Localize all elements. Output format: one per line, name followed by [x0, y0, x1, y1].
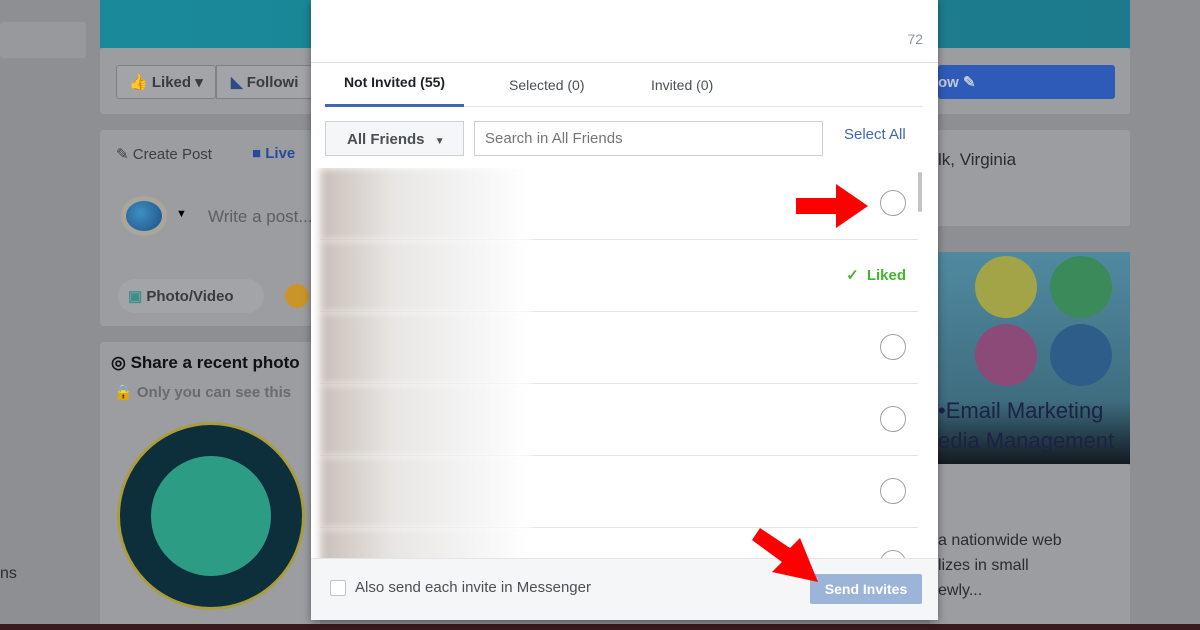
description-text: a nationwide web lizes in small ewly...: [938, 532, 1062, 599]
divider: [311, 62, 938, 63]
taskbar: [0, 624, 1200, 630]
select-all-link[interactable]: Select All: [844, 126, 906, 143]
dialog-footer: Also send each invite in Messenger Send …: [311, 558, 938, 620]
search-friends-input[interactable]: [474, 121, 823, 156]
blurred-friend: [320, 528, 530, 558]
pencil-icon: ✎: [963, 74, 976, 91]
create-post-tab[interactable]: ✎ Create Post: [116, 145, 212, 163]
red-arrow-icon: [752, 528, 818, 582]
emoji-icon[interactable]: [285, 284, 309, 308]
instagram-icon: ◎: [111, 353, 126, 372]
red-arrow-icon: [796, 184, 868, 228]
ad-image: •Email Marketing edia Management: [930, 252, 1130, 464]
live-tab[interactable]: ■ Live: [252, 145, 295, 162]
video-icon: ■: [252, 145, 262, 162]
left-search-bar: [0, 22, 86, 58]
lock-icon: 🔒: [114, 384, 133, 401]
select-radio[interactable]: [880, 406, 906, 432]
tab-not-invited[interactable]: Not Invited (55): [325, 74, 464, 107]
rss-icon: ◣: [231, 74, 243, 91]
list-scrollbar[interactable]: [918, 172, 922, 212]
location-text: lk, Virginia: [938, 150, 1017, 169]
left-fragment-text: ns: [0, 565, 17, 582]
photo-icon: ▣: [128, 288, 143, 305]
select-radio[interactable]: [880, 478, 906, 504]
caret-down-icon: ▼: [434, 136, 445, 147]
blurred-friend: [320, 240, 530, 312]
messenger-checkbox[interactable]: [330, 580, 346, 596]
write-post-input[interactable]: Write a post...: [208, 207, 318, 227]
blurred-friend: [320, 168, 530, 240]
friends-filter-dropdown[interactable]: All Friends ▼: [325, 121, 464, 156]
friend-row[interactable]: [320, 456, 918, 528]
select-radio[interactable]: [880, 190, 906, 216]
following-button[interactable]: ◣ Followi: [216, 65, 316, 99]
pencil-icon: ✎: [116, 146, 129, 163]
page-avatar: [121, 196, 167, 236]
blurred-friend: [320, 456, 530, 528]
liked-button[interactable]: 👍 Liked ▾: [116, 65, 216, 99]
share-photo-title: ◎ Share a recent photo: [111, 353, 300, 372]
only-you-text: 🔒 Only you can see this: [114, 384, 292, 401]
about-card: [930, 130, 1130, 226]
blurred-friend: [320, 384, 530, 456]
follow-edit-button[interactable]: ow ✎: [938, 65, 1115, 99]
messenger-checkbox-label[interactable]: Also send each invite in Messenger: [355, 579, 591, 596]
thumbs-up-icon: 👍: [129, 74, 148, 91]
tab-selected[interactable]: Selected (0): [509, 77, 584, 93]
select-radio[interactable]: [880, 334, 906, 360]
friend-row[interactable]: [320, 312, 918, 384]
caret-down-icon[interactable]: ▼: [176, 208, 187, 220]
tab-invited[interactable]: Invited (0): [651, 77, 713, 93]
invite-friends-dialog: 72 Not Invited (55) Selected (0) Invited…: [311, 0, 938, 620]
checkmark-icon: ✓: [846, 267, 859, 284]
gold-coast-logo: [117, 422, 305, 610]
liked-status: ✓ Liked: [846, 267, 906, 284]
friend-row[interactable]: [320, 384, 918, 456]
character-counter: 72: [907, 31, 923, 47]
select-radio[interactable]: [880, 550, 906, 558]
blurred-friend: [320, 312, 530, 384]
photo-video-button[interactable]: ▣ Photo/Video: [118, 279, 264, 313]
friend-row: ✓ Liked: [320, 240, 918, 312]
